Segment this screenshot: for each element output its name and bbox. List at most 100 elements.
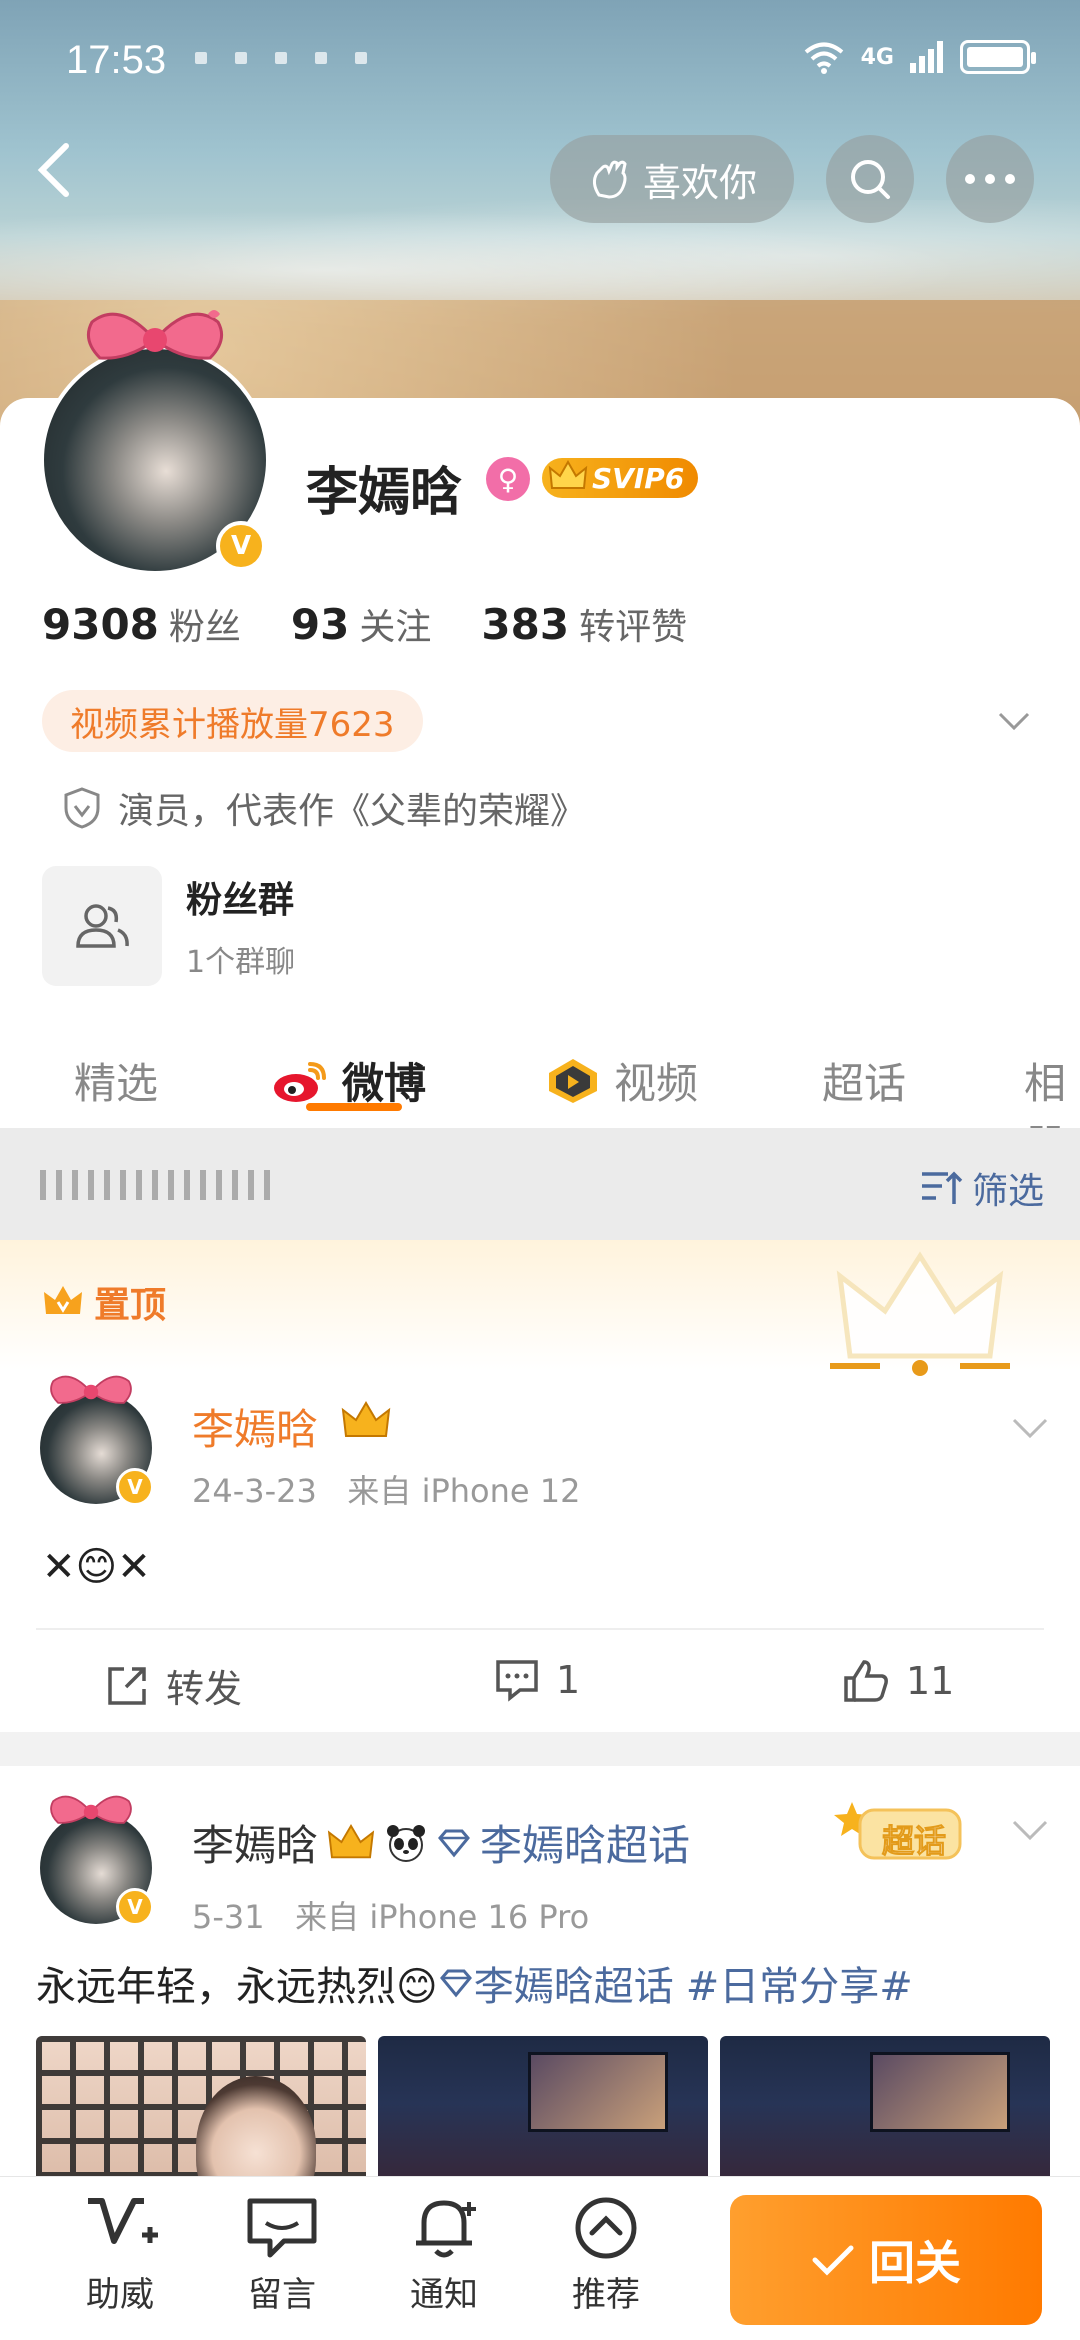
bow-decoration-icon [86, 310, 224, 360]
tab-label: 微博 [342, 1059, 427, 1108]
svip-badge[interactable]: SVIP6 [542, 458, 699, 498]
active-tab-indicator [306, 1103, 402, 1111]
profile-avatar[interactable]: V [40, 310, 270, 575]
chevron-down-icon[interactable] [1010, 1810, 1050, 1850]
like-button[interactable]: 11 [842, 1658, 954, 1704]
crown-icon [548, 460, 588, 489]
recommend-button[interactable]: 推荐 [546, 2195, 666, 2316]
filter-bar: 筛选 [0, 1128, 1080, 1240]
cheer-button[interactable]: 助威 [60, 2195, 180, 2316]
like-count: 11 [906, 1659, 955, 1703]
tab-label: 视频 [614, 1059, 699, 1108]
filter-sort-icon [921, 1171, 963, 1204]
more-dots-icon [965, 174, 1015, 184]
post-author-name[interactable]: 李嫣晗 [192, 1812, 318, 1873]
notification-icon [275, 52, 287, 64]
post-date: 5-31 [192, 1898, 265, 1936]
image-screen [528, 2052, 668, 2132]
shield-icon [64, 787, 100, 829]
weibo-logo-icon [274, 1061, 326, 1102]
stat-fans[interactable]: 9308 粉丝 [42, 598, 241, 650]
post-hashtag-link[interactable]: #日常分享# [686, 1954, 913, 2012]
search-button[interactable] [826, 135, 914, 223]
wave-hand-icon [592, 160, 627, 199]
network-type: 4G [860, 44, 894, 70]
stat-value: 93 [290, 600, 350, 649]
tab-video[interactable]: 视频 [544, 1050, 698, 1111]
stat-following[interactable]: 93 关注 [291, 598, 431, 650]
post-text: 永远年轻，永远热烈😊 李嫣晗超话 #日常分享# [36, 1954, 913, 2012]
pinned-post[interactable]: 置顶 V 李嫣晗 24-3-23 来自 iPhone 12 ✕😊✕ 转发 1 1… [0, 1240, 1080, 1732]
notify-label: 通知 [410, 2275, 478, 2315]
chevron-down-icon[interactable] [1010, 1408, 1050, 1448]
recommend-label: 推荐 [572, 2275, 640, 2315]
verified-badge: V [116, 1468, 154, 1506]
post-author-line: 李嫣晗 李嫣晗超话 [192, 1812, 690, 1873]
filter-label: 筛选 [971, 1171, 1044, 1212]
vip-crown-icon [341, 1401, 391, 1437]
thumbs-up-icon [844, 1660, 888, 1702]
follow-back-button[interactable]: 回关 [730, 2195, 1042, 2325]
tab-weibo[interactable]: 微博 [270, 1050, 426, 1111]
svip-label: SVIP6 [592, 461, 685, 495]
supertopic-link[interactable]: 李嫣晗超话 [480, 1812, 690, 1873]
post-topic-link[interactable]: 李嫣晗超话 [474, 1954, 674, 2012]
tab-label: 精选 [74, 1059, 159, 1108]
message-icon [247, 2198, 317, 2258]
notify-button[interactable]: 通知 [384, 2195, 504, 2316]
like-you-label: 喜欢你 [642, 160, 757, 205]
supertopic-badge-label: 超话 [881, 1822, 947, 1861]
post-author-name[interactable]: 李嫣晗 [192, 1396, 318, 1457]
fan-group-title: 粉丝群 [186, 880, 295, 921]
panda-icon [387, 1824, 426, 1862]
tab-supertopic[interactable]: 超话 [822, 1050, 906, 1111]
status-right: 4G [803, 40, 1036, 74]
crown-watermark-icon [830, 1251, 1010, 1376]
follow-back-label: 回关 [869, 2236, 961, 2290]
post-meta: 24-3-23 来自 iPhone 12 [192, 1466, 581, 1512]
stat-value: 9308 [42, 600, 159, 649]
like-you-button[interactable]: 喜欢你 [550, 135, 794, 223]
stat-label: 关注 [359, 607, 432, 648]
stat-label: 粉丝 [168, 607, 241, 648]
chevron-down-icon[interactable] [994, 700, 1034, 740]
signal-icon [910, 41, 943, 73]
verified-badge: V [216, 521, 266, 571]
message-label: 留言 [248, 2275, 316, 2315]
message-button[interactable]: 留言 [222, 2195, 342, 2316]
comment-button[interactable]: 1 [494, 1658, 580, 1702]
video-plays-badge[interactable]: 视频累计播放量7623 [42, 690, 423, 752]
chevron-left-icon [37, 143, 69, 197]
filter-button[interactable]: 筛选 [920, 1162, 1044, 1214]
fan-group-entry[interactable]: 粉丝群 1个群聊 [42, 866, 295, 986]
comment-count: 1 [556, 1658, 581, 1702]
repost-icon [108, 1666, 146, 1705]
diamond-icon [438, 1829, 470, 1857]
notification-icon [235, 52, 247, 64]
notification-icon [355, 52, 367, 64]
battery-icon [960, 40, 1036, 74]
cheer-icon [88, 2198, 158, 2244]
pinned-label: 置顶 [42, 1276, 166, 1328]
stat-interactions[interactable]: 383 转评赞 [481, 598, 687, 650]
group-icon-box [42, 866, 162, 986]
more-button[interactable] [946, 135, 1034, 223]
group-users-icon [76, 904, 129, 948]
post-meta: 5-31 来自 iPhone 16 Pro [192, 1892, 589, 1938]
post-source: 来自 iPhone 16 Pro [295, 1898, 590, 1936]
pinned-text: 置顶 [94, 1285, 167, 1326]
post-actions: 转发 1 11 [0, 1630, 1080, 1730]
tab-label: 超话 [822, 1059, 907, 1108]
blurred-summary [40, 1170, 280, 1200]
video-play-icon [549, 1058, 597, 1103]
status-bar: 17:53 4G [0, 0, 1080, 120]
profile-tabs: 精选 微博 视频 超话 相册 [0, 1020, 1080, 1169]
fan-group-subtitle: 1个群聊 [186, 945, 296, 980]
tab-featured[interactable]: 精选 [74, 1050, 158, 1111]
cheer-label: 助威 [86, 2275, 154, 2315]
post-text: ✕😊✕ [42, 1544, 151, 1590]
stat-label: 转评赞 [579, 607, 688, 648]
stat-value: 383 [481, 600, 570, 649]
repost-button[interactable]: 转发 [104, 1658, 242, 1713]
back-button[interactable] [30, 140, 90, 200]
